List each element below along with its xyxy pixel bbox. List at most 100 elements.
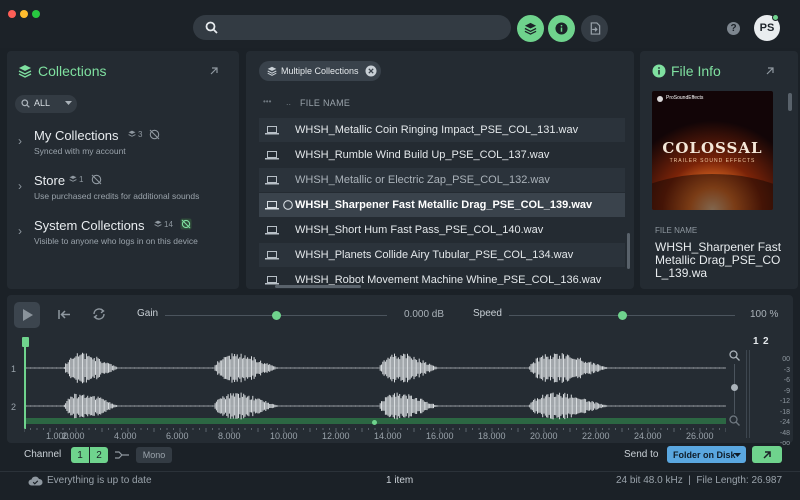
speed-slider-knob[interactable] bbox=[618, 311, 627, 320]
layers-icon bbox=[18, 64, 32, 78]
zoom-out-icon[interactable] bbox=[729, 415, 740, 426]
meter-scale-label: -3 bbox=[783, 366, 790, 374]
collection-filter-dropdown[interactable]: ALL bbox=[15, 95, 77, 113]
collection-count: 1 bbox=[79, 175, 84, 184]
ruler-tick-label: 2.000 bbox=[62, 431, 85, 441]
file-row[interactable]: WHSH_Metallic or Electric Zap_PSE_COL_13… bbox=[259, 168, 625, 192]
collections-toggle-button[interactable] bbox=[517, 15, 544, 42]
laptop-icon bbox=[265, 226, 279, 235]
ruler-tick-label: 8.000 bbox=[218, 431, 241, 441]
meter-scale-label: -24 bbox=[779, 419, 790, 426]
close-window-button[interactable] bbox=[8, 10, 16, 18]
file-row[interactable]: WHSH_Metallic Coin Ringing Impact_PSE_CO… bbox=[259, 118, 625, 142]
gain-slider-knob[interactable] bbox=[272, 311, 281, 320]
file-info-scrollbar[interactable] bbox=[788, 93, 792, 111]
column-ellipsis: .. bbox=[286, 97, 292, 107]
collection-item-system-collections[interactable]: › System Collections 14 Visible to anyon… bbox=[10, 212, 232, 250]
laptop-icon bbox=[265, 276, 279, 285]
merge-icon[interactable] bbox=[115, 450, 129, 460]
file-meta: 24 bit 48.0 kHz | File Length: 26.987 bbox=[616, 475, 783, 486]
ruler-tick-label: 10.000 bbox=[270, 431, 298, 441]
field-label-file-name: FILE NAME bbox=[655, 226, 698, 235]
layers-icon bbox=[154, 220, 162, 228]
remove-chip-icon[interactable] bbox=[365, 65, 377, 77]
gain-label: Gain bbox=[137, 308, 159, 319]
file-row[interactable]: WHSH_Short Hum Fast Pass_PSE_COL_140.wav bbox=[259, 218, 625, 242]
expand-arrow-icon[interactable] bbox=[765, 66, 775, 76]
chip-label: Multiple Collections bbox=[281, 66, 359, 76]
laptop-icon bbox=[265, 251, 279, 260]
file-name: WHSH_Short Hum Fast Pass_PSE_COL_140.wav bbox=[295, 224, 544, 236]
zoom-slider-knob[interactable] bbox=[731, 384, 738, 391]
file-row[interactable]: WHSH_Robot Movement Machine Whine_PSE_CO… bbox=[259, 268, 625, 285]
gain-value: 0.000 dB bbox=[404, 309, 445, 320]
search-input[interactable] bbox=[193, 15, 511, 40]
meter-scale-label: 00 bbox=[782, 356, 790, 363]
playhead[interactable] bbox=[24, 337, 26, 429]
ruler-tick-label: 16.000 bbox=[426, 431, 454, 441]
file-row[interactable]: WHSH_Planets Collide Airy Tubular_PSE_CO… bbox=[259, 243, 625, 267]
send-target-dropdown[interactable]: Folder on Disk bbox=[667, 446, 746, 463]
export-icon bbox=[589, 22, 601, 35]
send-target-label: Folder on Disk bbox=[673, 450, 736, 460]
speed-label: Speed bbox=[473, 308, 502, 319]
collection-name: Store bbox=[34, 173, 66, 188]
cover-brand: ProSoundEffects bbox=[666, 95, 704, 101]
layers-icon bbox=[267, 66, 277, 76]
collections-title: Collections bbox=[38, 63, 107, 79]
collection-filter-chip[interactable]: Multiple Collections bbox=[259, 61, 381, 81]
marker-dot bbox=[372, 420, 377, 425]
ruler-tick-label: 18.000 bbox=[478, 431, 506, 441]
column-header-file-name[interactable]: FILE NAME bbox=[300, 98, 350, 108]
export-button[interactable] bbox=[581, 15, 608, 42]
return-to-start-icon[interactable] bbox=[58, 309, 71, 320]
expand-arrow-icon[interactable] bbox=[209, 66, 219, 76]
online-status-dot bbox=[772, 14, 779, 21]
file-name: WHSH_Metallic or Electric Zap_PSE_COL_13… bbox=[295, 174, 550, 186]
chevron-down-icon bbox=[734, 453, 741, 458]
horizontal-scrollbar[interactable] bbox=[275, 285, 361, 288]
chevron-right-icon: › bbox=[18, 224, 22, 238]
collection-item-store[interactable]: › Store 1 Use purchased credits for addi… bbox=[10, 167, 232, 205]
chevron-down-icon bbox=[65, 101, 72, 106]
file-row-selected[interactable]: WHSH_Sharpener Fast Metallic Drag_PSE_CO… bbox=[259, 193, 625, 217]
meter-scale-label: -6 bbox=[783, 377, 790, 384]
waveform-channel bbox=[24, 352, 726, 384]
send-arrow-icon bbox=[762, 450, 772, 460]
loop-icon[interactable] bbox=[92, 307, 106, 321]
file-row[interactable]: WHSH_Rumble Wind Build Up_PSE_COL_137.wa… bbox=[259, 143, 625, 167]
sync-off-icon bbox=[91, 174, 102, 185]
timeline-ruler[interactable]: 1.000 2.000 4.000 6.000 8.000 10.000 12.000 14.… bbox=[24, 428, 726, 442]
ruler-tick-label: 4.000 bbox=[114, 431, 137, 441]
play-state-icon bbox=[283, 200, 293, 210]
file-name: WHSH_Sharpener Fast Metallic Drag_PSE_CO… bbox=[295, 199, 593, 211]
meter-bar-1 bbox=[746, 350, 747, 438]
send-to-label: Send to bbox=[624, 449, 659, 460]
meter-bar-2 bbox=[749, 350, 750, 438]
channel-2-toggle[interactable]: 2 bbox=[90, 447, 108, 463]
collection-name: My Collections bbox=[34, 128, 119, 143]
meter-scale-label: -12 bbox=[779, 398, 790, 405]
column-options-icon[interactable]: ••• bbox=[263, 97, 271, 106]
collection-item-my-collections[interactable]: › My Collections 3 Synced with my accoun… bbox=[10, 122, 232, 160]
send-button[interactable] bbox=[752, 446, 782, 463]
channel-1-toggle[interactable]: 1 bbox=[71, 447, 89, 463]
waveform-display[interactable] bbox=[24, 336, 726, 429]
playhead-handle[interactable] bbox=[22, 337, 29, 347]
file-name: WHSH_Robot Movement Machine Whine_PSE_CO… bbox=[295, 274, 602, 285]
laptop-icon bbox=[265, 126, 279, 135]
sync-status: Everything is up to date bbox=[47, 475, 152, 486]
ruler-tick-label: 14.000 bbox=[374, 431, 402, 441]
zoom-in-icon[interactable] bbox=[729, 350, 740, 361]
vertical-scrollbar[interactable] bbox=[627, 233, 630, 269]
minimize-window-button[interactable] bbox=[20, 10, 28, 18]
level-meter: 1 2 00 -3 -6 -9 -12 -18 -24 -48 -oo bbox=[744, 336, 790, 447]
help-button[interactable]: ? bbox=[727, 22, 740, 35]
search-icon bbox=[205, 21, 218, 34]
maximize-window-button[interactable] bbox=[32, 10, 40, 18]
cover-title: COLOSSAL bbox=[662, 139, 763, 157]
info-toggle-button[interactable] bbox=[548, 15, 575, 42]
mono-toggle[interactable]: Mono bbox=[136, 447, 172, 463]
meter-channel-1: 1 bbox=[753, 336, 759, 347]
play-button[interactable] bbox=[14, 302, 40, 328]
